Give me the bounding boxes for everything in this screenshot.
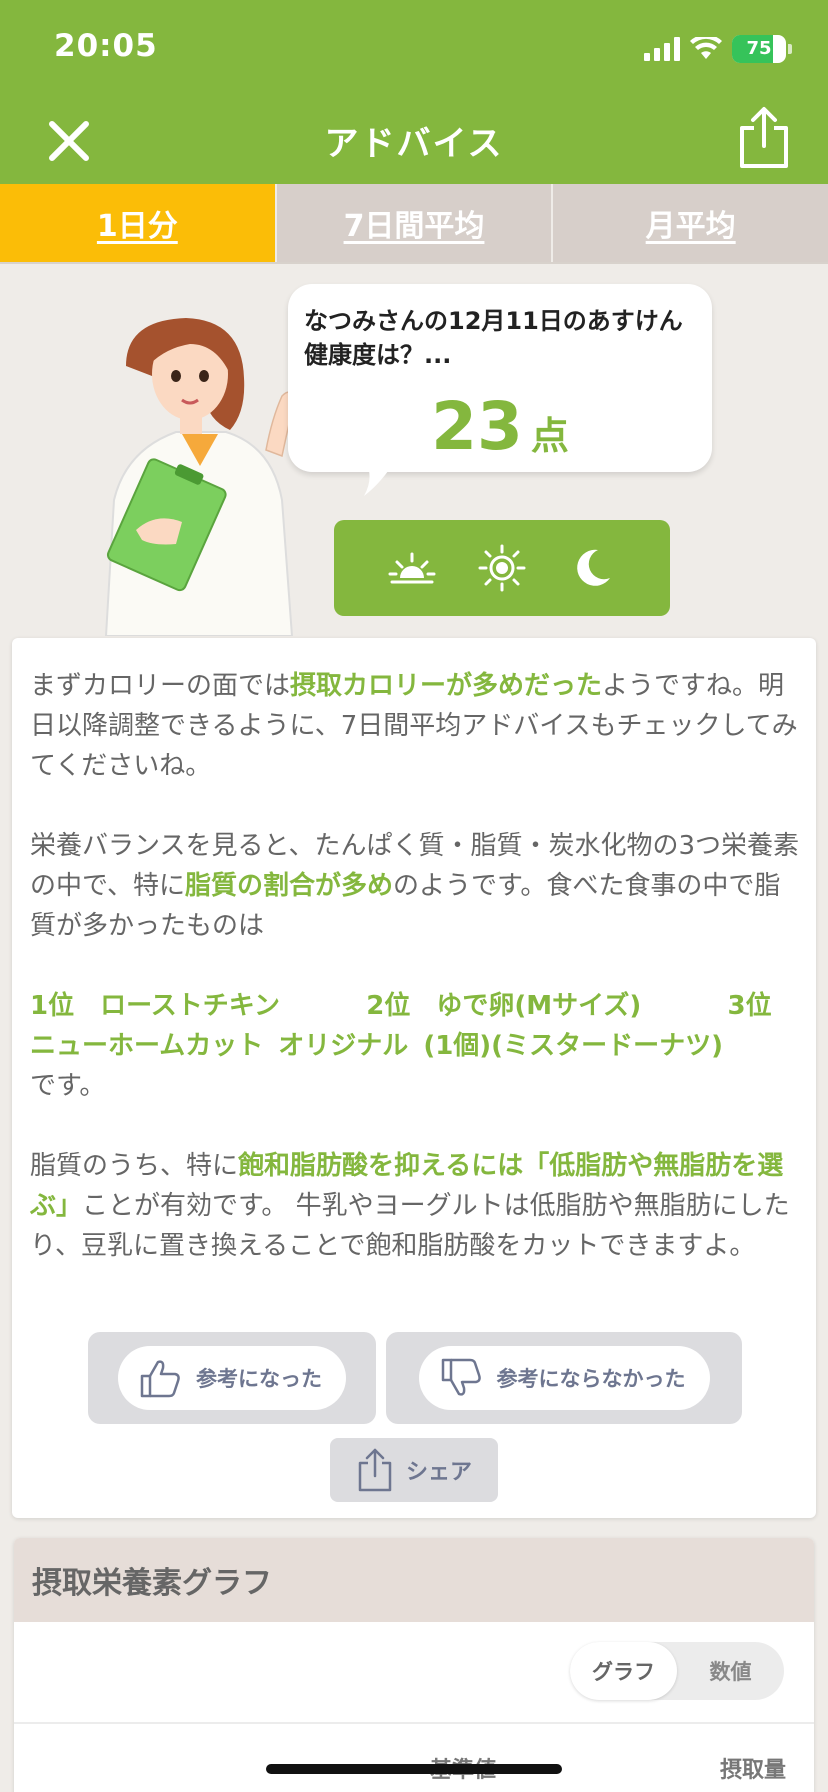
highlight-fat-ratio: 脂質の割合が多め — [184, 871, 393, 901]
advice-screen: 20:05 75 アドバイス 1日分 7日間平均 月平均 なつみさんの12月11… — [0, 0, 828, 1792]
health-score-value: 23 — [431, 388, 523, 465]
share-label: シェア — [405, 1460, 472, 1485]
advice-saturated-fat-paragraph: 脂質のうち、特に飽和脂肪酸を抑えるには「低脂肪や無脂肪を選ぶ」ことが有効です。 … — [30, 1151, 790, 1261]
speech-bubble: なつみさんの12月11日のあすけん健康度は？... 23 点 — [288, 284, 712, 472]
not-helpful-button[interactable]: 参考にならなかった — [386, 1332, 742, 1424]
status-icons: 75 — [644, 32, 792, 66]
sun-icon[interactable] — [478, 544, 526, 592]
advice-ranking-paragraph: 1位 ローストチキン 2位 ゆで卵(Mサイズ) 3位 ニューホームカット オリジ… — [30, 991, 798, 1101]
toggle-numeric[interactable]: 数値 — [677, 1642, 784, 1700]
meal-selector — [334, 520, 670, 616]
column-intake: 摂取量 — [719, 1758, 786, 1783]
rank-2: 2位 ゆで卵(Mサイズ) — [366, 991, 642, 1021]
health-score-message: なつみさんの12月11日のあすけん健康度は？... — [304, 307, 683, 369]
battery-icon: 75 — [732, 35, 786, 63]
share-icon[interactable] — [736, 106, 792, 170]
rank-1: 1位 ローストチキン — [30, 991, 281, 1021]
tab-1day[interactable]: 1日分 — [0, 184, 275, 262]
nutrient-graph-title: 摂取栄養素グラフ — [14, 1538, 814, 1622]
speech-bubble-tail — [364, 462, 394, 496]
helpful-button[interactable]: 参考になった — [88, 1332, 376, 1424]
tab-7day-average[interactable]: 7日間平均 — [274, 184, 552, 262]
tab-monthly-average[interactable]: 月平均 — [551, 184, 828, 262]
share-button[interactable]: シェア — [330, 1438, 498, 1502]
highlight-calorie: 摂取カロリーが多めだった — [290, 671, 603, 701]
divider — [14, 1722, 814, 1724]
graph-view-toggle: グラフ 数値 — [570, 1642, 784, 1700]
thumbs-up-icon — [140, 1360, 180, 1398]
toggle-graph[interactable]: グラフ — [570, 1642, 677, 1700]
advice-text: まずカロリーの面では摂取カロリーが多めだったようですね。明日以降調整できるように… — [30, 666, 800, 1306]
feedback-row: 参考になった 参考にならなかった — [88, 1332, 748, 1424]
nutrient-graph-section: 摂取栄養素グラフ グラフ 数値 基準値 摂取量 — [14, 1538, 814, 1792]
advice-calorie-paragraph: まずカロリーの面では摂取カロリーが多めだったようですね。明日以降調整できるように… — [30, 671, 798, 781]
home-indicator — [266, 1764, 562, 1774]
advisor-character-illustration — [104, 318, 295, 636]
advice-balance-paragraph: 栄養バランスを見ると、たんぱく質・脂質・炭水化物の3つ栄養素の中で、特に脂質の割… — [30, 831, 799, 941]
wifi-icon — [690, 37, 722, 59]
helpful-label: 参考になった — [196, 1367, 322, 1391]
period-tabs: 1日分 7日間平均 月平均 — [0, 184, 828, 264]
page-title: アドバイス — [324, 124, 504, 164]
thumbs-down-icon — [441, 1358, 481, 1396]
signal-icon — [644, 37, 680, 61]
share-icon — [358, 1448, 392, 1492]
battery-level: 75 — [746, 38, 772, 59]
header-bar: 20:05 75 アドバイス — [0, 0, 828, 184]
not-helpful-label: 参考にならなかった — [496, 1367, 686, 1391]
advice-card: まずカロリーの面では摂取カロリーが多めだったようですね。明日以降調整できるように… — [12, 638, 816, 1518]
sunrise-icon[interactable] — [388, 544, 436, 592]
health-score-unit: 点 — [530, 414, 569, 458]
health-score: 23 点 — [288, 388, 712, 465]
status-time: 20:05 — [54, 28, 158, 64]
moon-icon[interactable] — [568, 544, 616, 592]
